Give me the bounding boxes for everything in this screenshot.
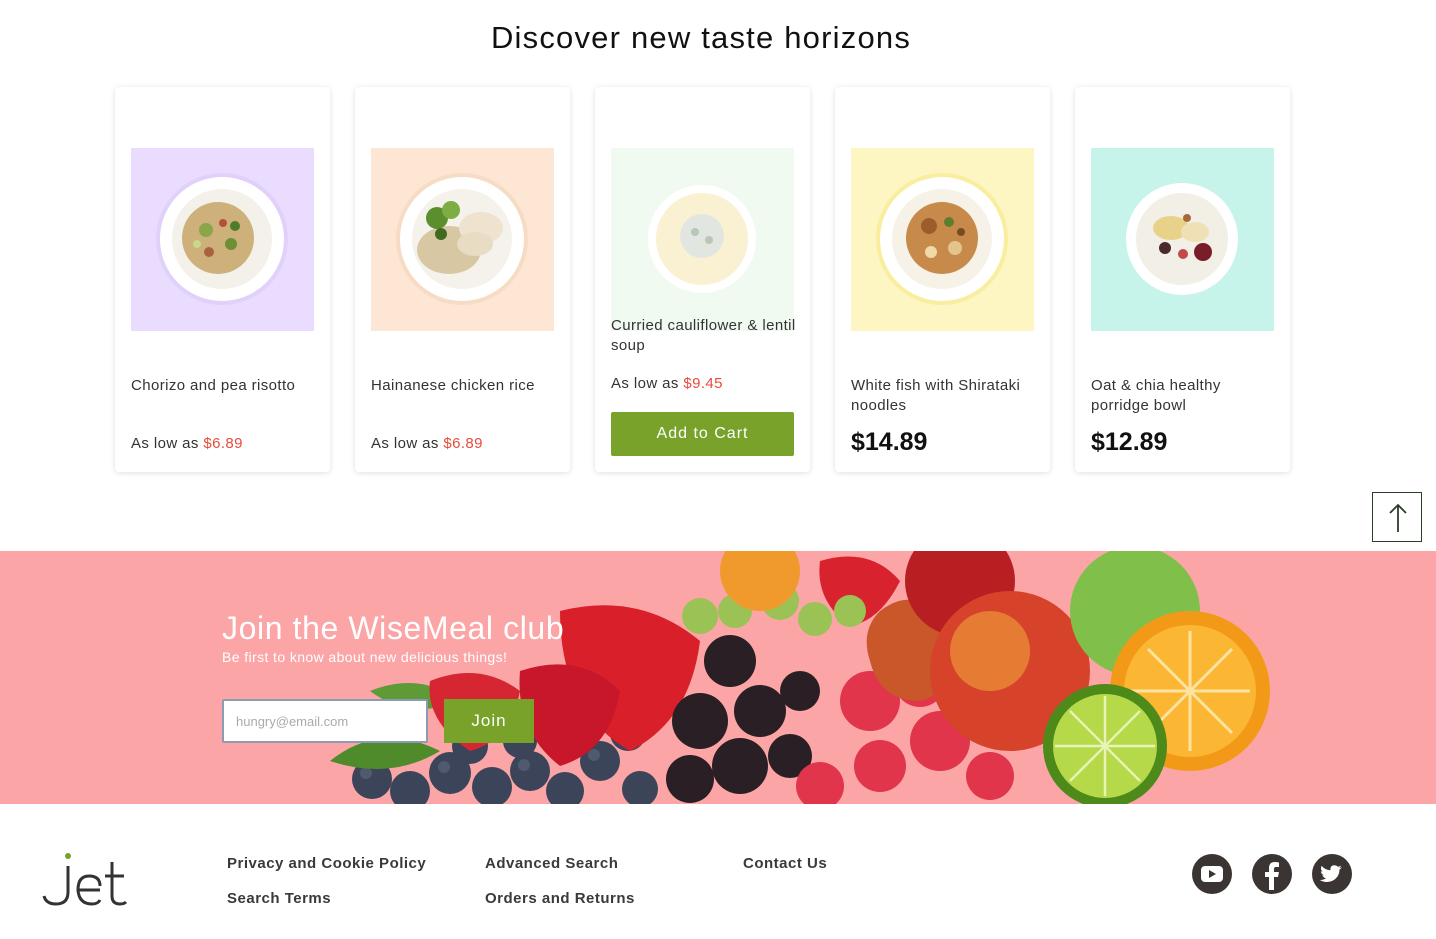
footer-link-orders-returns[interactable]: Orders and Returns [485, 890, 635, 907]
section-title: Discover new taste horizons [490, 20, 912, 55]
product-price: As low as $6.89 [131, 435, 243, 452]
product-card[interactable]: Curried cauliflower & lentil soup As low… [595, 87, 810, 472]
newsletter-title: Join the WiseMeal club [222, 610, 565, 646]
price-prefix: As low as [131, 435, 199, 452]
product-card[interactable]: Oat & chia healthy porridge bowl $12.89 [1075, 87, 1290, 472]
product-name[interactable]: Chorizo and pea risotto [131, 376, 321, 396]
fruit-image [330, 551, 1270, 804]
footer: jet Privacy and Cookie Policy Search Ter… [0, 804, 1436, 939]
facebook-icon[interactable] [1252, 854, 1292, 894]
add-to-cart-button[interactable]: Add to Cart [611, 412, 794, 456]
product-name[interactable]: Curried cauliflower & lentil soup [611, 316, 801, 356]
price-amount: $6.89 [203, 435, 243, 452]
product-name[interactable]: Oat & chia healthy porridge bowl [1091, 376, 1281, 416]
join-button[interactable]: Join [444, 699, 534, 743]
footer-link-privacy[interactable]: Privacy and Cookie Policy [227, 855, 426, 872]
youtube-icon[interactable] [1192, 854, 1232, 894]
product-image[interactable] [611, 148, 794, 331]
product-card[interactable]: Chorizo and pea risotto As low as $6.89 [115, 87, 330, 472]
jet-logo[interactable]: jet [42, 852, 128, 908]
product-image[interactable] [371, 148, 554, 331]
footer-link-contact[interactable]: Contact Us [743, 855, 827, 872]
product-carousel: Chorizo and pea risotto As low as $6.89 … [115, 87, 1291, 472]
product-image[interactable] [1091, 148, 1274, 331]
product-price: As low as $6.89 [371, 435, 483, 452]
footer-link-search-terms[interactable]: Search Terms [227, 890, 331, 907]
price-amount: $6.89 [443, 435, 483, 452]
product-image[interactable] [851, 148, 1034, 331]
product-price: As low as $9.45 [611, 375, 723, 392]
price-prefix: As low as [371, 435, 439, 452]
product-price: $14.89 [851, 428, 928, 456]
product-name[interactable]: Hainanese chicken rice [371, 376, 561, 396]
product-name[interactable]: White fish with Shirataki noodles [851, 376, 1041, 416]
email-input[interactable] [222, 699, 428, 743]
newsletter-banner: Join the WiseMeal club Be first to know … [0, 551, 1436, 804]
scroll-to-top-button[interactable] [1372, 492, 1422, 542]
product-card[interactable]: White fish with Shirataki noodles $14.89 [835, 87, 1050, 472]
arrow-up-icon [1389, 503, 1407, 532]
price-amount: $9.45 [683, 375, 723, 392]
newsletter-subtitle: Be first to know about new delicious thi… [222, 649, 508, 665]
footer-link-advanced-search[interactable]: Advanced Search [485, 855, 618, 872]
product-price: $12.89 [1091, 428, 1168, 456]
product-card[interactable]: Hainanese chicken rice As low as $6.89 [355, 87, 570, 472]
product-image[interactable] [131, 148, 314, 331]
price-prefix: As low as [611, 375, 679, 392]
twitter-icon[interactable] [1312, 854, 1352, 894]
